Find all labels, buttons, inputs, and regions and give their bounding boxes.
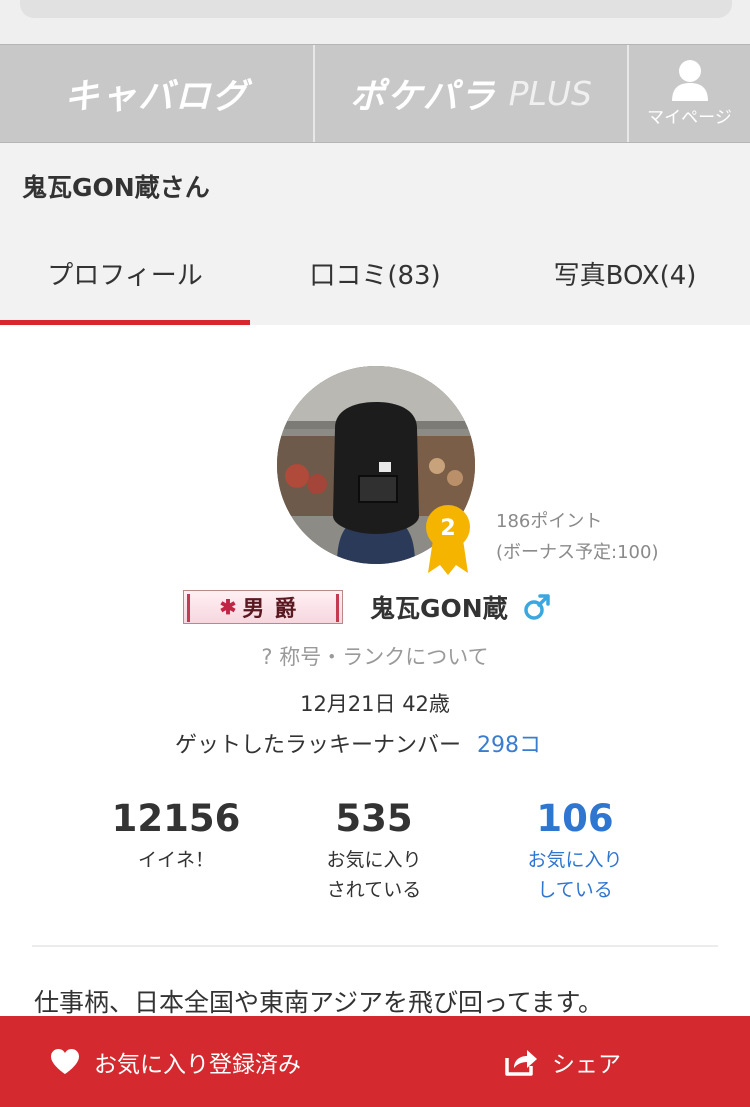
title-plate: ✱ 男爵 xyxy=(183,590,343,624)
title-plate-label: 男爵 xyxy=(242,596,307,622)
points-info: 186ポイント (ボーナス予定:100) xyxy=(496,506,658,568)
male-icon xyxy=(523,594,550,620)
divider xyxy=(32,945,718,947)
plus-logo: PLUS xyxy=(508,74,592,113)
bio-text: 仕事柄、日本全国や東南アジアを飛び回ってます。 xyxy=(34,988,604,1017)
stat-likes: 12156 イイネ！ xyxy=(76,793,276,875)
stat-favoriting[interactable]: 106 お気に入り している xyxy=(475,793,675,905)
lucky-number-label: ゲットしたラッキーナンバー xyxy=(175,733,462,758)
share-icon xyxy=(505,1049,537,1076)
heart-icon xyxy=(51,1049,79,1074)
tab-photo-box[interactable]: 写真BOX(4) xyxy=(500,230,750,325)
page-title: 鬼瓦GON蔵さん xyxy=(22,173,210,202)
rank-badge-icon: 2 xyxy=(426,505,470,575)
lucky-number-count[interactable]: 298コ xyxy=(477,733,541,758)
mypage-label: マイページ xyxy=(647,108,732,128)
points-value: 186ポイント xyxy=(496,511,603,532)
username: 鬼瓦GON蔵 xyxy=(370,594,508,623)
share-button[interactable]: シェア xyxy=(504,1016,621,1107)
profile-card: 2 186ポイント (ボーナス予定:100) ✱ 男爵 鬼瓦GON蔵 ? 称号・… xyxy=(0,325,750,1107)
global-nav: キャバログ ポケパラ PLUS マイページ xyxy=(0,44,750,143)
profile-tabs: プロフィール 口コミ(83) 写真BOX(4) xyxy=(0,230,750,325)
favorite-button[interactable]: お気に入り登録済み xyxy=(50,1016,301,1107)
stat-likes-label: イイネ！ xyxy=(137,849,214,871)
tab-profile[interactable]: プロフィール xyxy=(0,230,250,325)
stat-favorited-by[interactable]: 535 お気に入り されている xyxy=(274,793,474,905)
mypage-button[interactable]: マイページ xyxy=(629,45,750,142)
stat-likes-value: 12156 xyxy=(111,797,241,840)
rank-number: 2 xyxy=(440,516,455,541)
stat-favorited-by-label: お気に入り されている xyxy=(326,849,422,901)
stat-favoriting-label: お気に入り している xyxy=(527,849,623,901)
action-bar: お気に入り登録済み シェア xyxy=(0,1016,750,1107)
stat-favorited-by-value: 535 xyxy=(335,797,413,840)
bonus-value: (ボーナス予定:100) xyxy=(496,542,659,563)
search-bar[interactable] xyxy=(20,0,732,18)
rank-help-link[interactable]: ? 称号・ランクについて xyxy=(0,641,750,671)
stats-row: 12156 イイネ！ 535 お気に入り されている 106 お気に入り してい… xyxy=(0,793,750,913)
tab-reviews[interactable]: 口コミ(83) xyxy=(250,230,500,325)
kyabalog-logo: キャバログ xyxy=(63,77,249,117)
kyabalog-logo-link[interactable]: キャバログ xyxy=(0,45,315,142)
user-icon xyxy=(671,60,708,101)
share-label: シェア xyxy=(552,1051,621,1078)
favorite-label: お気に入り登録済み xyxy=(94,1051,301,1078)
top-strip xyxy=(0,0,750,44)
pokepara-plus-logo-link[interactable]: ポケパラ PLUS xyxy=(315,45,629,142)
stat-favoriting-value: 106 xyxy=(536,797,614,840)
birthday-age: 12月21日 42歳 xyxy=(300,692,450,716)
emblem-icon: ✱ xyxy=(219,595,237,619)
title-row: ✱ 男爵 鬼瓦GON蔵 xyxy=(183,589,552,625)
pokepara-logo: ポケパラ xyxy=(350,77,497,117)
lucky-number-row: ゲットしたラッキーナンバー 298コ xyxy=(175,727,541,759)
